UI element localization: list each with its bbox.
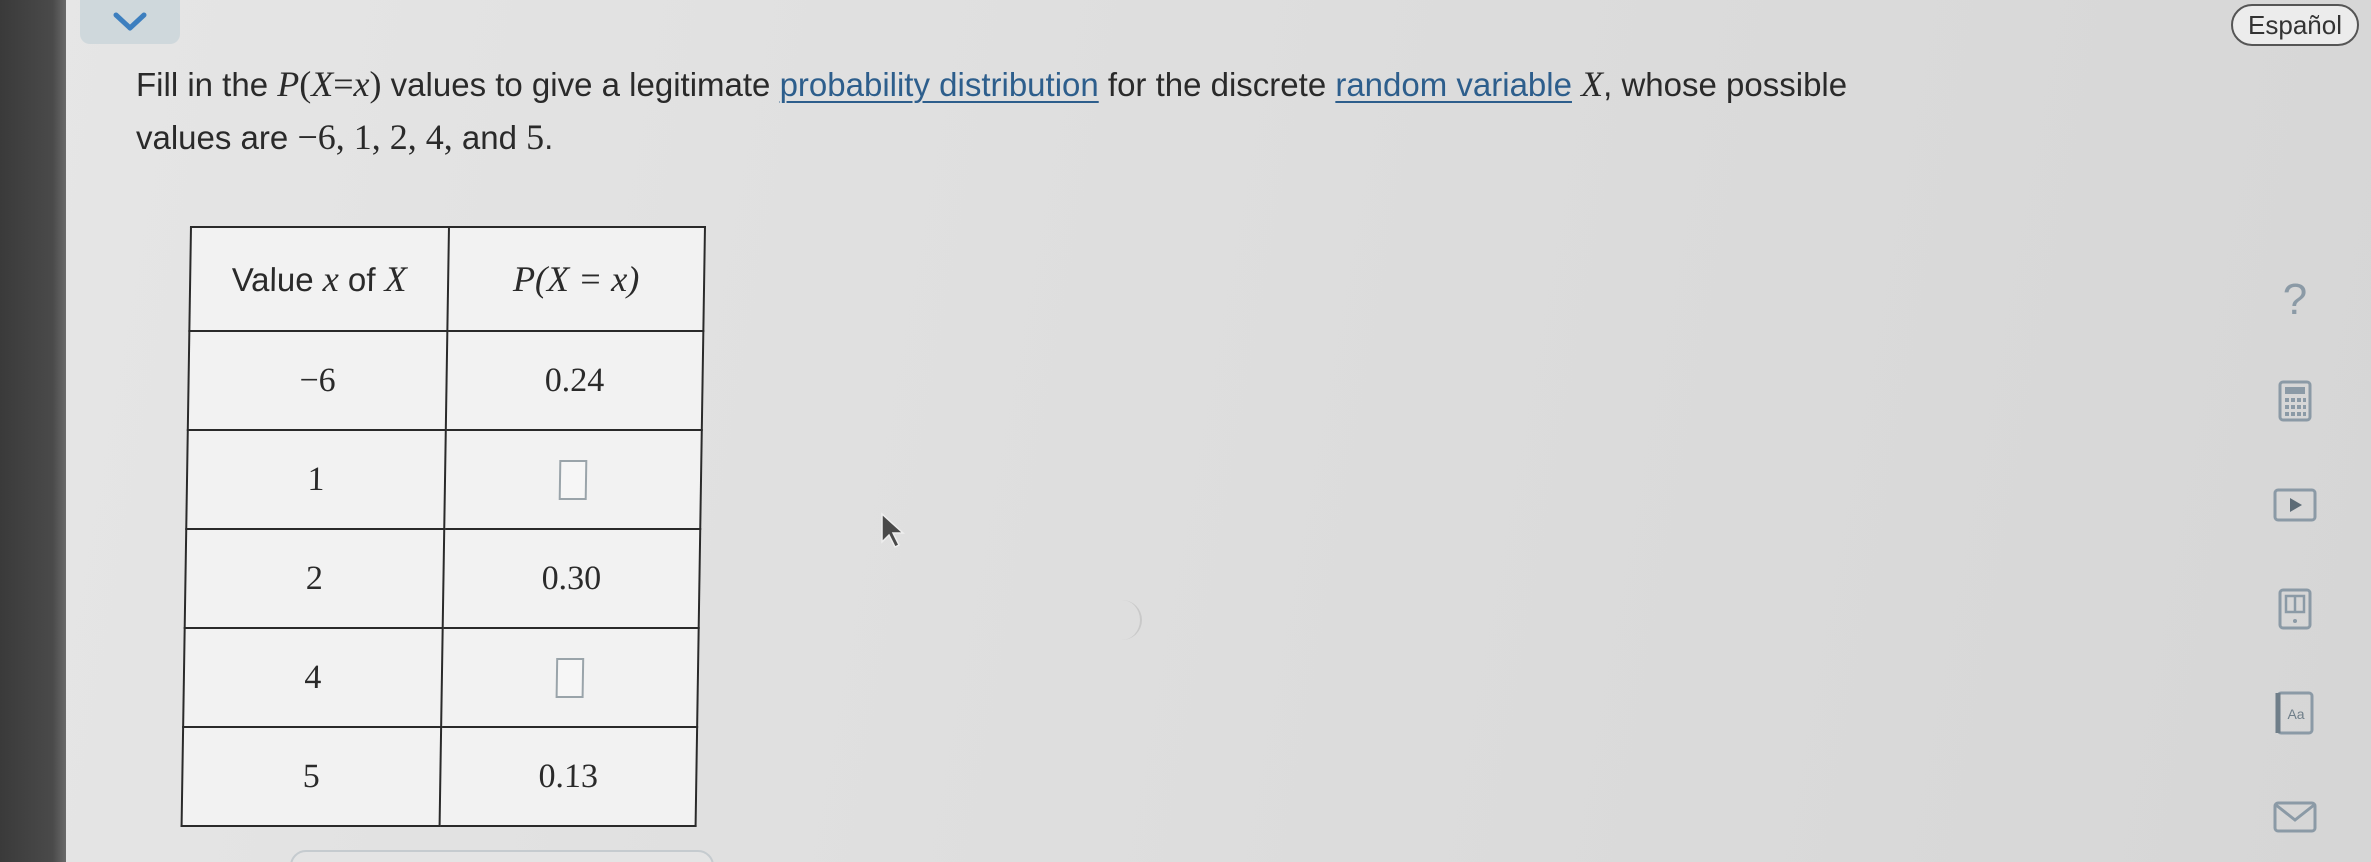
table-row: 2 0.30 xyxy=(184,529,701,628)
probability-distribution-link[interactable]: probability distribution xyxy=(780,66,1099,103)
value-x-cell: 5 xyxy=(181,727,442,826)
calculator-button[interactable] xyxy=(2260,376,2330,426)
video-button[interactable] xyxy=(2260,480,2330,530)
random-variable-link[interactable]: random variable xyxy=(1335,66,1572,103)
left-bezel xyxy=(0,0,66,862)
screen-smudge xyxy=(1120,600,1142,640)
help-button[interactable]: ? xyxy=(2260,270,2330,330)
probability-cell: 0.24 xyxy=(445,331,704,430)
glossary-icon: Aa xyxy=(2275,691,2314,735)
book-icon xyxy=(2278,588,2312,630)
probability-cell: 0.30 xyxy=(442,529,701,628)
collapse-tab[interactable] xyxy=(80,0,180,44)
glossary-button[interactable]: Aa xyxy=(2260,688,2330,738)
probability-input-cell[interactable] xyxy=(441,628,699,727)
probability-table: Value x of X P(X = x) −6 0.24 1 2 0.30 4 5 0.13 xyxy=(180,226,707,827)
value-x-cell: 1 xyxy=(186,430,446,529)
screen: Español Fill in the P(X=x) values to giv… xyxy=(0,0,2371,862)
probability-cell: 0.13 xyxy=(439,727,698,826)
table-row: −6 0.24 xyxy=(187,331,704,430)
table-row: 5 0.13 xyxy=(181,727,698,826)
value-x-cell: 2 xyxy=(184,529,445,628)
value-x-cell: −6 xyxy=(187,331,448,430)
help-icon: ? xyxy=(2282,275,2308,324)
table-row: 1 xyxy=(186,430,702,529)
mouse-cursor-icon xyxy=(881,512,905,549)
header-probability: P(X = x) xyxy=(447,227,705,331)
value-x-cell: 4 xyxy=(183,628,443,727)
probability-input-cell[interactable] xyxy=(444,430,702,529)
header-value: Value x of X xyxy=(189,227,449,331)
probability-input[interactable] xyxy=(558,460,588,501)
question-text: Fill in the P(X=x) values to give a legi… xyxy=(136,64,1848,157)
bottom-control[interactable] xyxy=(290,850,714,862)
language-button[interactable]: Español xyxy=(2231,4,2359,46)
table-row: 4 xyxy=(183,628,699,727)
calculator-icon xyxy=(2278,380,2312,422)
textbook-button[interactable] xyxy=(2260,584,2330,634)
probability-input[interactable] xyxy=(555,658,585,699)
message-button[interactable] xyxy=(2260,792,2330,842)
table-body: −6 0.24 1 2 0.30 4 5 0.13 xyxy=(181,331,704,826)
mail-icon xyxy=(2273,801,2317,833)
table-header-row: Value x of X P(X = x) xyxy=(189,227,705,331)
svg-text:Aa: Aa xyxy=(2287,706,2304,722)
play-icon xyxy=(2273,488,2317,522)
chevron-down-icon xyxy=(113,12,147,31)
